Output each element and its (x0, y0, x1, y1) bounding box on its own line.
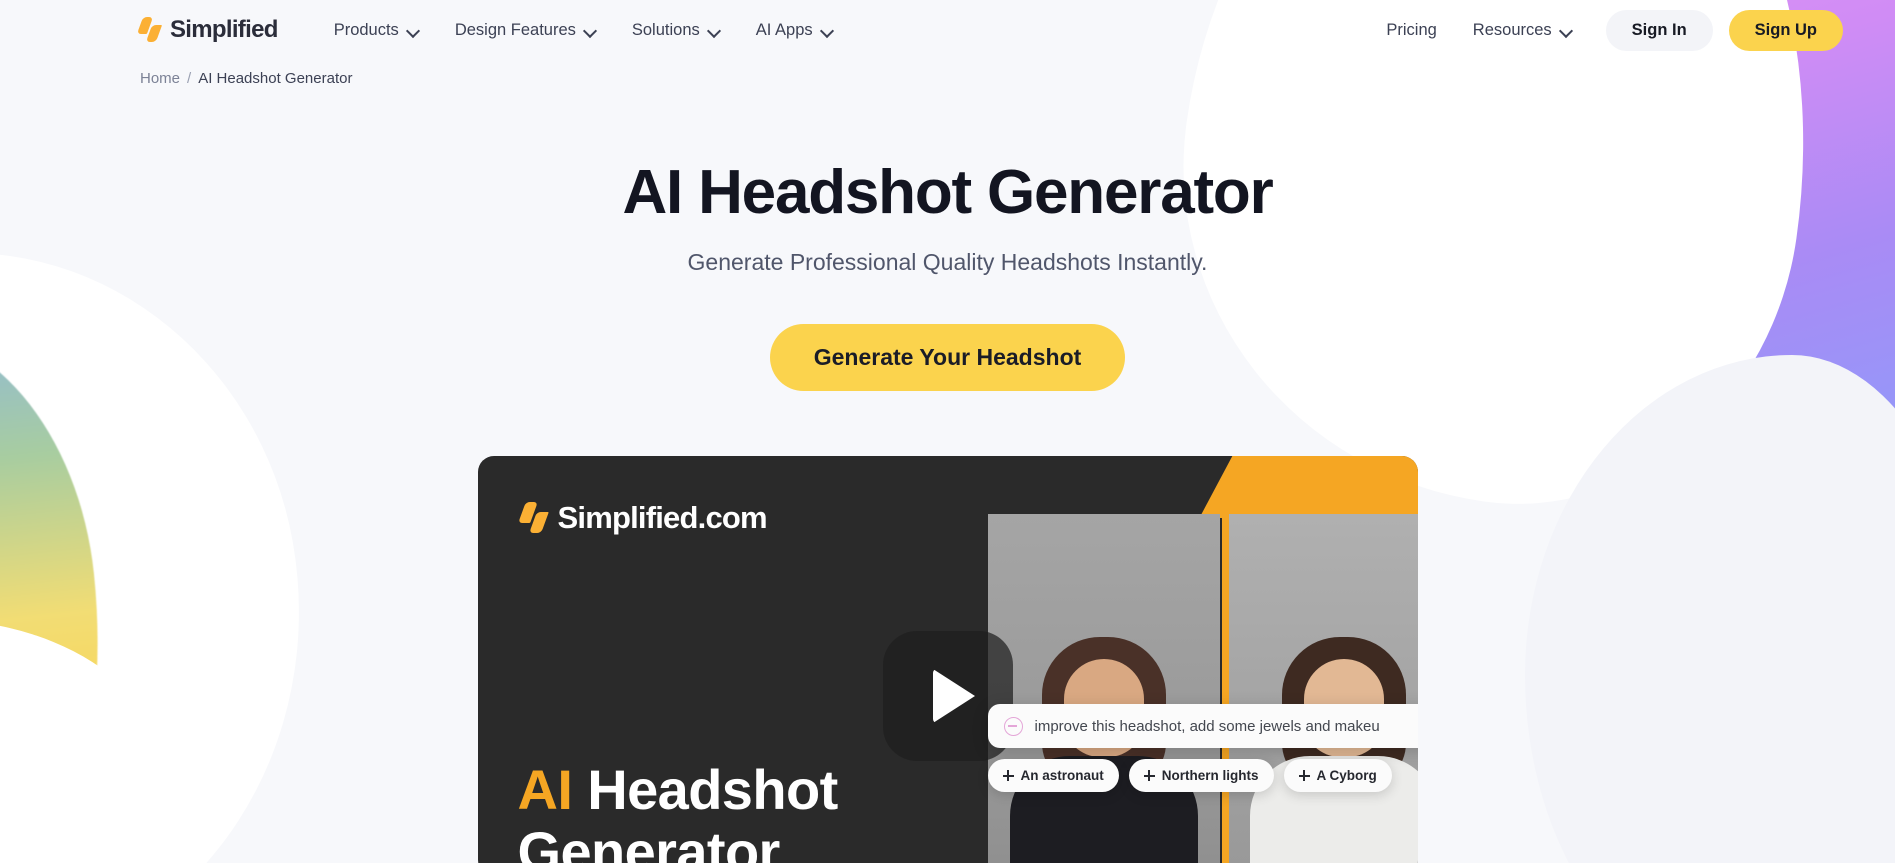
headshot-thumbnail (987, 514, 1220, 863)
video-brand-logo: Simplified.com (517, 500, 768, 536)
top-navigation-bar: Simplified Products Design Features Solu… (0, 0, 1895, 60)
prompt-overlay-panel: improve this headshot, add some jewels a… (987, 704, 1418, 793)
chevron-down-icon (709, 25, 720, 36)
chevron-down-icon (585, 25, 596, 36)
hero-subtitle: Generate Professional Quality Headshots … (687, 249, 1208, 276)
nav-item-pricing[interactable]: Pricing (1368, 13, 1454, 48)
nav-item-label: Pricing (1386, 20, 1437, 39)
nav-item-label: Products (333, 20, 399, 39)
hero-section: AI Headshot Generator Generate Professio… (0, 87, 1895, 392)
video-headline-accent: AI (517, 757, 573, 821)
nav-item-design-features[interactable]: Design Features (437, 13, 614, 48)
video-headline-rest: Headshot (572, 757, 838, 821)
play-triangle-icon (932, 669, 975, 724)
breadcrumb-home-link[interactable]: Home (140, 70, 180, 87)
video-headline: AI Headshot Generator (517, 757, 839, 863)
chevron-down-icon (822, 25, 833, 36)
simplified-logo-icon (136, 17, 163, 43)
headshot-thumbnail (1227, 514, 1418, 863)
breadcrumb-separator: / (187, 70, 192, 87)
sign-in-button[interactable]: Sign In (1605, 9, 1713, 51)
breadcrumb-current-page: AI Headshot Generator (198, 70, 353, 87)
suggestion-chip-an-astronaut[interactable]: An astronaut (987, 759, 1119, 793)
brand-logo[interactable]: Simplified (136, 16, 278, 44)
video-headline-line2: Generator (517, 820, 781, 863)
chevron-down-icon (1561, 25, 1572, 36)
nav-item-label: Design Features (454, 20, 576, 39)
plus-icon (1002, 770, 1014, 782)
prompt-text: improve this headshot, add some jewels a… (1034, 717, 1380, 735)
video-brand-name: Simplified.com (557, 500, 768, 536)
cta-container: Generate Your Headshot (0, 324, 1895, 392)
promo-video-card[interactable]: Simplified.com AI Headshot Generator imp… (477, 456, 1418, 863)
nav-item-label: Resources (1472, 20, 1552, 39)
suggestion-chip-a-cyborg[interactable]: A Cyborg (1283, 759, 1392, 793)
orange-vertical-divider (1221, 514, 1229, 863)
nav-item-solutions[interactable]: Solutions (614, 13, 738, 48)
primary-nav-links: Products Design Features Solutions AI Ap… (316, 13, 851, 48)
nav-item-label: AI Apps (755, 20, 813, 39)
page-root: Simplified Products Design Features Solu… (0, 0, 1895, 863)
suggestion-chips: An astronaut Northern lights A Cyborg (987, 759, 1418, 793)
secondary-nav-links: Pricing Resources Sign In Sign Up (1368, 9, 1843, 51)
headshot-gallery-row (987, 514, 1418, 863)
chip-label: Northern lights (1161, 768, 1259, 784)
prompt-input-bar[interactable]: improve this headshot, add some jewels a… (987, 704, 1418, 749)
generate-headshot-button[interactable]: Generate Your Headshot (769, 324, 1126, 392)
nav-item-products[interactable]: Products (316, 13, 437, 48)
minus-circle-icon (1003, 716, 1023, 736)
sign-up-button[interactable]: Sign Up (1728, 9, 1843, 51)
nav-item-ai-apps[interactable]: AI Apps (738, 13, 851, 48)
breadcrumb: Home / AI Headshot Generator (0, 60, 1895, 87)
page-title: AI Headshot Generator (622, 158, 1273, 227)
suggestion-chip-northern-lights[interactable]: Northern lights (1128, 759, 1274, 793)
plus-icon (1143, 770, 1155, 782)
chip-label: An astronaut (1020, 768, 1104, 784)
chevron-down-icon (408, 25, 419, 36)
simplified-logo-icon (517, 502, 549, 534)
chip-label: A Cyborg (1316, 768, 1377, 784)
plus-icon (1298, 770, 1310, 782)
orange-corner-accent (1198, 456, 1418, 519)
nav-item-resources[interactable]: Resources (1455, 13, 1590, 48)
brand-name: Simplified (170, 16, 278, 43)
nav-item-label: Solutions (631, 20, 700, 39)
